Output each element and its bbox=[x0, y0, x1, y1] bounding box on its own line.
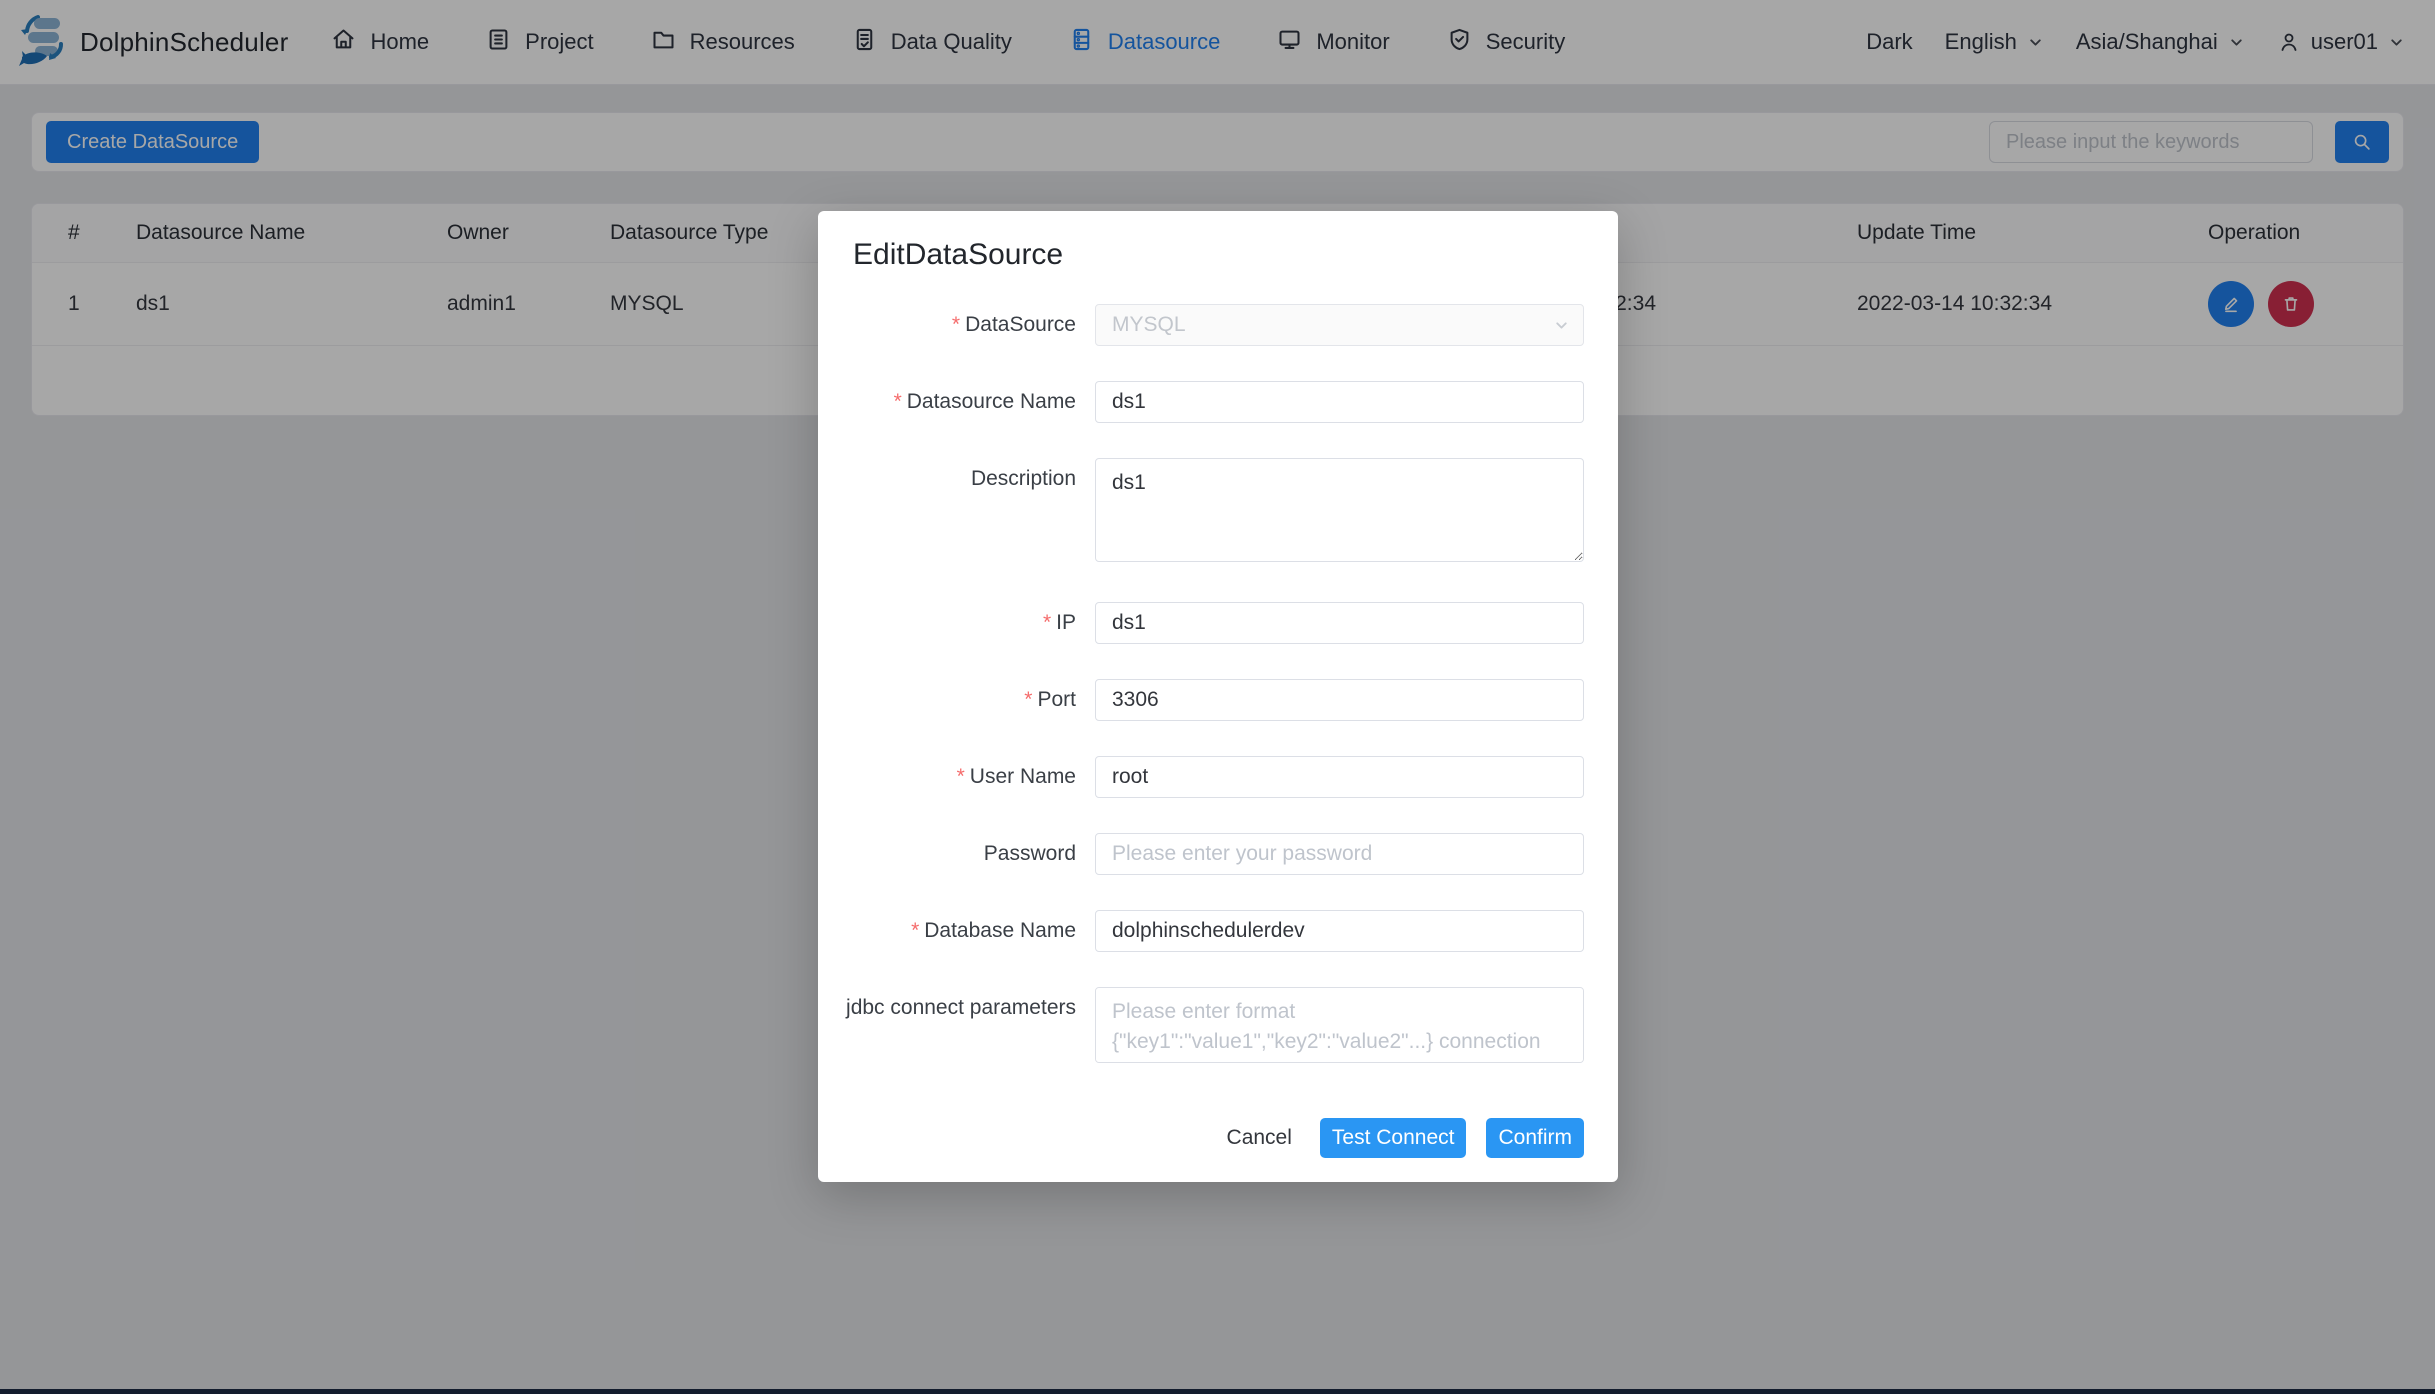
field-jdbc-params: jdbc connect parameters bbox=[818, 987, 1618, 1068]
datasource-type-select[interactable]: MYSQL bbox=[1095, 304, 1584, 346]
field-ip: *IP bbox=[818, 602, 1618, 644]
field-label: User Name bbox=[970, 765, 1076, 788]
field-label: IP bbox=[1056, 611, 1076, 634]
field-database-name: *Database Name bbox=[818, 910, 1618, 952]
field-label: DataSource bbox=[965, 313, 1076, 336]
chevron-down-icon bbox=[1553, 317, 1570, 334]
field-description: Description ds1 bbox=[818, 458, 1618, 567]
field-label: Port bbox=[1037, 688, 1076, 711]
required-asterisk: * bbox=[1043, 611, 1051, 634]
field-label: jdbc connect parameters bbox=[846, 996, 1076, 1019]
required-asterisk: * bbox=[957, 765, 965, 788]
database-name-input[interactable] bbox=[1095, 910, 1584, 952]
required-asterisk: * bbox=[1024, 688, 1032, 711]
confirm-button[interactable]: Confirm bbox=[1486, 1118, 1584, 1158]
app-screen: DolphinScheduler Home Project Resources bbox=[0, 0, 2435, 1394]
edit-datasource-modal: EditDataSource *DataSource MYSQL *Dataso… bbox=[818, 211, 1618, 1182]
required-asterisk: * bbox=[952, 313, 960, 336]
test-connect-button[interactable]: Test Connect bbox=[1320, 1118, 1467, 1158]
field-datasource-name: *Datasource Name bbox=[818, 381, 1618, 423]
field-datasource-type: *DataSource MYSQL bbox=[818, 304, 1618, 346]
edit-datasource-form: *DataSource MYSQL *Datasource Name Descr… bbox=[818, 304, 1618, 1103]
description-textarea[interactable]: ds1 bbox=[1095, 458, 1584, 562]
field-port: *Port bbox=[818, 679, 1618, 721]
cancel-button[interactable]: Cancel bbox=[1227, 1126, 1292, 1150]
field-label: Password bbox=[984, 842, 1076, 865]
datasource-name-input[interactable] bbox=[1095, 381, 1584, 423]
required-asterisk: * bbox=[911, 919, 919, 942]
field-user-name: *User Name bbox=[818, 756, 1618, 798]
modal-footer: Cancel Test Connect Confirm bbox=[1227, 1118, 1584, 1158]
jdbc-params-textarea[interactable] bbox=[1095, 987, 1584, 1063]
field-label: Datasource Name bbox=[907, 390, 1076, 413]
port-input[interactable] bbox=[1095, 679, 1584, 721]
selected-value: MYSQL bbox=[1112, 313, 1186, 337]
modal-title: EditDataSource bbox=[853, 238, 1063, 272]
field-label: Database Name bbox=[924, 919, 1076, 942]
field-label: Description bbox=[971, 467, 1076, 490]
password-input[interactable] bbox=[1095, 833, 1584, 875]
user-name-input[interactable] bbox=[1095, 756, 1584, 798]
field-password: Password bbox=[818, 833, 1618, 875]
ip-input[interactable] bbox=[1095, 602, 1584, 644]
required-asterisk: * bbox=[894, 390, 902, 413]
